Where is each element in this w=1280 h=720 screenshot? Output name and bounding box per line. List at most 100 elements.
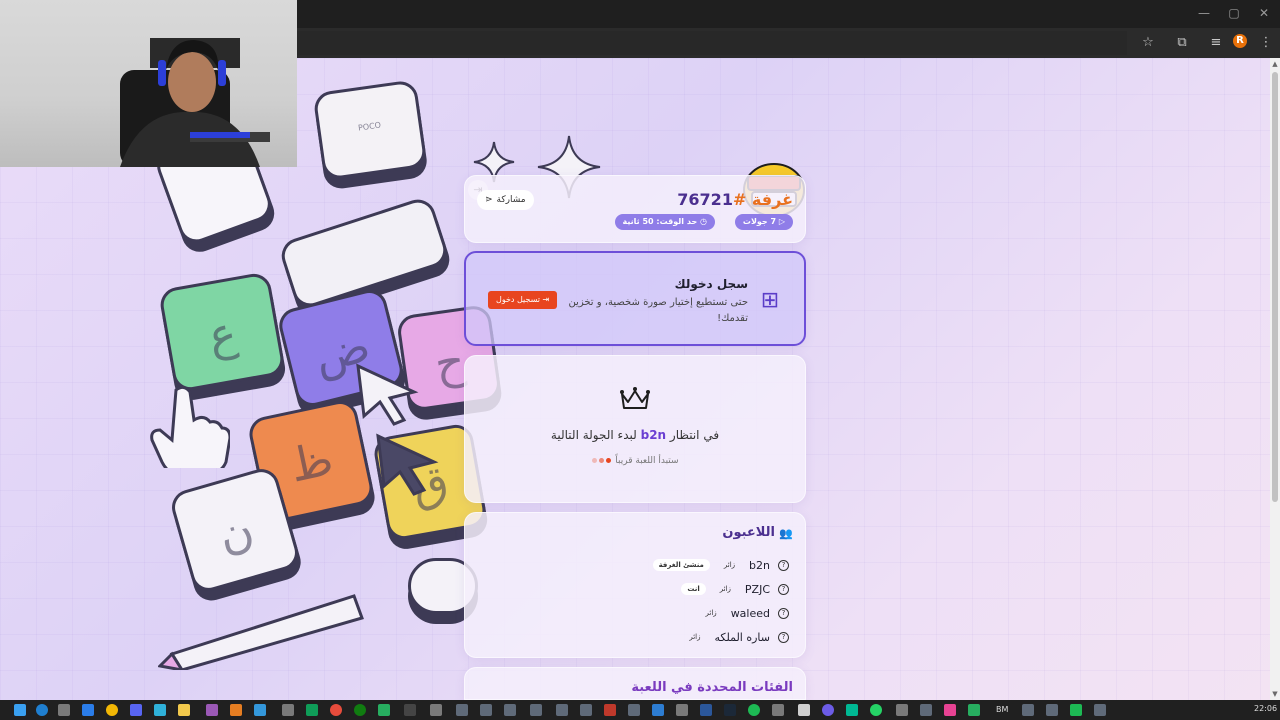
share-button[interactable]: مشاركة ⋖ [477, 190, 534, 210]
xbox-icon[interactable] [354, 704, 366, 716]
keycap-ain: ع [157, 271, 287, 393]
dark-arrow-cursor-icon [376, 433, 439, 496]
app-icon[interactable] [430, 704, 442, 716]
app-icon[interactable] [798, 704, 810, 716]
restore-button[interactable]: ▢ [1224, 6, 1244, 20]
clock-icon: ◷ [700, 217, 707, 226]
app-icon[interactable] [456, 704, 468, 716]
loading-dot [606, 458, 612, 463]
app-icon[interactable] [846, 704, 858, 716]
webcam-overlay [0, 0, 297, 167]
app-icon[interactable] [556, 704, 568, 716]
steam-icon[interactable] [724, 704, 736, 716]
loading-dot [592, 458, 598, 463]
app-icon[interactable] [230, 704, 242, 716]
app-icon[interactable] [530, 704, 542, 716]
discord-icon[interactable] [130, 704, 142, 716]
app-icon[interactable] [480, 704, 492, 716]
hand-cursor-icon [150, 385, 230, 468]
minimize-button[interactable]: — [1194, 6, 1214, 20]
app-icon[interactable] [652, 704, 664, 716]
taskview-icon[interactable] [58, 704, 70, 716]
tray-icon[interactable] [1094, 704, 1106, 716]
app-icon[interactable] [82, 704, 94, 716]
app-icon[interactable] [604, 704, 616, 716]
whatsapp-icon[interactable] [870, 704, 882, 716]
login-title: سجل دخولك [674, 277, 748, 291]
app-icon[interactable] [580, 704, 592, 716]
app-icon[interactable] [944, 704, 956, 716]
profile-avatar[interactable]: R [1233, 34, 1247, 48]
tray-label: BM [996, 705, 1009, 714]
player-badge: انت [681, 583, 706, 595]
waiting-card: في انتظار b2n لبدء الجولة التالية ستبدأ … [464, 355, 806, 503]
pencil-icon [158, 594, 364, 670]
chrome-icon[interactable] [106, 704, 118, 716]
login-button[interactable]: ⇥ تسجيل دخول [488, 291, 558, 309]
time-limit-badge: ◷ حد الوقت: 50 ثانية [614, 214, 715, 230]
app-icon[interactable] [330, 704, 342, 716]
room-title: غرفة #76721 [677, 190, 793, 209]
login-card: ⊞ سجل دخولك حتى تستطيع إختيار صورة شخصية… [464, 251, 806, 346]
app-icon[interactable] [676, 704, 688, 716]
word-icon[interactable] [700, 704, 712, 716]
players-title: اللاعبون [722, 525, 775, 540]
scroll-thumb[interactable] [1272, 72, 1278, 502]
system-clock: 22:06 [1254, 704, 1278, 713]
login-description: حتى تستطيع إختيار صورة شخصية، و تخزين تق… [568, 297, 748, 324]
extensions-icon[interactable]: ⧉ [1173, 34, 1191, 52]
categories-title: الفئات المحددة في اللعبة [631, 680, 793, 695]
game-starting-soon: ستبدأ اللعبة قريباً [465, 456, 805, 466]
categories-card: الفئات المحددة في اللعبة [464, 667, 806, 700]
app-icon[interactable] [822, 704, 834, 716]
users-icon: 👥 [779, 527, 793, 540]
close-window-button[interactable]: ✕ [1254, 6, 1274, 20]
player-role: زائر [723, 561, 736, 569]
start-button[interactable] [14, 704, 26, 716]
loading-dot [599, 458, 605, 463]
room-id: 76721 [677, 190, 733, 209]
player-badge: منشئ الغرفة [652, 559, 710, 571]
tray-icon[interactable] [1046, 704, 1058, 716]
player-name: PZJC [744, 582, 770, 596]
star-bookmark-icon[interactable]: ☆ [1139, 34, 1157, 52]
page-scrollbar[interactable]: ▲ ▼ [1270, 58, 1280, 700]
guest-icon: ? [778, 559, 789, 571]
rounds-badge: ▷ 7 جولات [734, 214, 793, 230]
app-icon[interactable] [404, 704, 416, 716]
player-name: b2n [749, 558, 770, 572]
share-icon: ⋖ [485, 195, 493, 205]
player-name: ساره الملكه [714, 630, 770, 644]
app-icon[interactable] [206, 704, 218, 716]
login-icon: ⇥ [542, 295, 550, 304]
guest-icon: ? [778, 607, 789, 619]
player-name: waleed [730, 606, 770, 620]
scroll-down-arrow[interactable]: ▼ [1271, 690, 1279, 698]
windows-taskbar: BM 22:06 [0, 700, 1280, 720]
app-icon[interactable] [504, 704, 516, 716]
tray-icon[interactable] [1022, 704, 1034, 716]
app-icon[interactable] [628, 704, 640, 716]
app-icon[interactable] [920, 704, 932, 716]
address-bar[interactable] [297, 31, 1127, 55]
app-icon[interactable] [254, 704, 266, 716]
host-name: b2n [640, 428, 667, 442]
crown-icon [620, 387, 650, 409]
app-icon[interactable] [154, 704, 166, 716]
player-role: زائر [719, 585, 731, 593]
reading-list-icon[interactable]: ≡ [1207, 34, 1225, 52]
app-icon[interactable] [968, 704, 980, 716]
app-icon[interactable] [378, 704, 390, 716]
edge-icon[interactable] [36, 704, 48, 716]
play-icon: ▷ [778, 217, 785, 226]
app-icon[interactable] [306, 704, 318, 716]
app-icon[interactable] [282, 704, 294, 716]
scroll-up-arrow[interactable]: ▲ [1271, 60, 1279, 68]
spotify-icon[interactable] [748, 704, 760, 716]
tray-icon[interactable] [1070, 704, 1082, 716]
app-icon[interactable] [772, 704, 784, 716]
guest-icon: ? [778, 583, 789, 595]
browser-menu-icon[interactable]: ⋮ [1257, 34, 1275, 52]
app-icon[interactable] [896, 704, 908, 716]
explorer-icon[interactable] [178, 704, 190, 716]
